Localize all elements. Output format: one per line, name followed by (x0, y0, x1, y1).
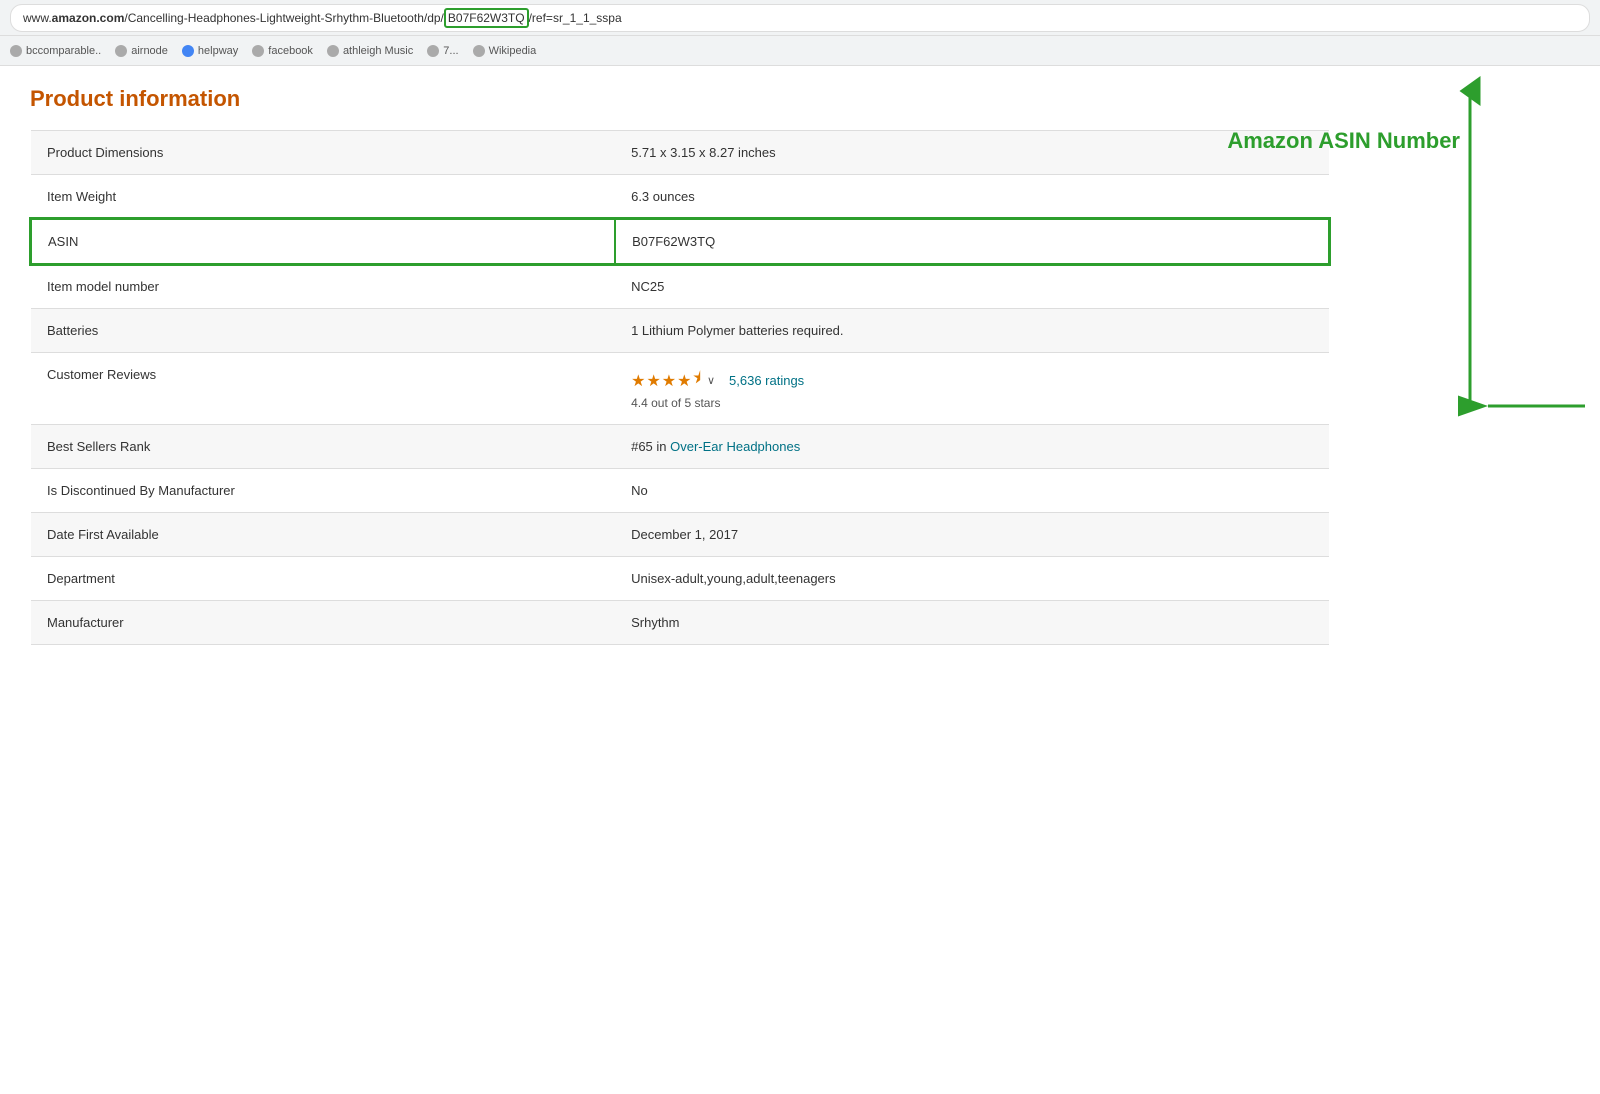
table-row: DepartmentUnisex-adult,young,adult,teena… (31, 557, 1329, 601)
table-cell-value: Srhythm (615, 601, 1329, 645)
bookmark-label-6: 7... (443, 45, 458, 57)
table-row: Item model numberNC25 (31, 264, 1329, 309)
table-row: ASINB07F62W3TQ (31, 219, 1329, 264)
table-cell-value: No (615, 469, 1329, 513)
bsr-category-link[interactable]: Over-Ear Headphones (670, 439, 800, 454)
ratings-count-link[interactable]: 5,636 ratings (729, 373, 804, 388)
table-row: Is Discontinued By ManufacturerNo (31, 469, 1329, 513)
bookmark-4[interactable]: facebook (252, 45, 313, 57)
table-cell-value: #65 in Over-Ear Headphones (615, 425, 1329, 469)
table-cell-label: Date First Available (31, 513, 615, 557)
bookmark-dot-5 (327, 45, 339, 57)
bookmark-1[interactable]: bccomparable.. (10, 45, 101, 57)
table-cell-value: December 1, 2017 (615, 513, 1329, 557)
bookmark-label-5: athleigh Music (343, 45, 413, 57)
url-prefix: www. (23, 11, 52, 25)
bookmark-label-4: facebook (268, 45, 313, 57)
bookmark-7[interactable]: Wikipedia (473, 45, 537, 57)
product-info-table: Product Dimensions5.71 x 3.15 x 8.27 inc… (30, 130, 1330, 645)
table-cell-label: Best Sellers Rank (31, 425, 615, 469)
table-cell-value: Unisex-adult,young,adult,teenagers (615, 557, 1329, 601)
bookmark-label-2: airnode (131, 45, 168, 57)
browser-address-bar[interactable]: www.amazon.com/Cancelling-Headphones-Lig… (0, 0, 1600, 36)
table-cell-label: Customer Reviews (31, 353, 615, 425)
table-cell-label: Item Weight (31, 175, 615, 220)
url-bar[interactable]: www.amazon.com/Cancelling-Headphones-Lig… (10, 4, 1590, 32)
bookmark-label-7: Wikipedia (489, 45, 537, 57)
rating-text: 4.4 out of 5 stars (631, 396, 1313, 410)
table-cell-value: 1 Lithium Polymer batteries required. (615, 309, 1329, 353)
bookmark-6[interactable]: 7... (427, 45, 458, 57)
url-path: /Cancelling-Headphones-Lightweight-Srhyt… (124, 11, 444, 25)
table-cell-label: Item model number (31, 264, 615, 309)
bookmark-label-1: bccomparable.. (26, 45, 101, 57)
main-content: Product information Product Dimensions5.… (0, 66, 1600, 665)
bookmark-dot-2 (115, 45, 127, 57)
table-cell-label: Product Dimensions (31, 131, 615, 175)
bookmark-dot-1 (10, 45, 22, 57)
bookmark-dot-6 (427, 45, 439, 57)
bookmark-label-3: helpway (198, 45, 238, 57)
table-cell-label: Manufacturer (31, 601, 615, 645)
bookmark-dot-7 (473, 45, 485, 57)
url-asin-highlight: B07F62W3TQ (444, 8, 529, 28)
table-cell-label: Department (31, 557, 615, 601)
bookmark-dot-3 (182, 45, 194, 57)
url-domain: amazon.com (52, 11, 125, 25)
table-row: Best Sellers Rank#65 in Over-Ear Headpho… (31, 425, 1329, 469)
table-row: Date First AvailableDecember 1, 2017 (31, 513, 1329, 557)
table-row: Item Weight6.3 ounces (31, 175, 1329, 220)
bsr-rank: #65 in (631, 439, 670, 454)
star-rating: ★★★★⯨ (631, 367, 701, 394)
table-cell-value: B07F62W3TQ (615, 219, 1329, 264)
table-cell-value: ★★★★⯨ ∨5,636 ratings4.4 out of 5 stars (615, 353, 1329, 425)
bookmark-dot-4 (252, 45, 264, 57)
table-cell-label: Batteries (31, 309, 615, 353)
table-row: Product Dimensions5.71 x 3.15 x 8.27 inc… (31, 131, 1329, 175)
product-information-heading: Product information (30, 86, 1570, 112)
bookmark-5[interactable]: athleigh Music (327, 45, 413, 57)
bookmarks-bar: bccomparable.. airnode helpway facebook … (0, 36, 1600, 66)
url-suffix: /ref=sr_1_1_sspa (529, 11, 622, 25)
table-cell-value: 6.3 ounces (615, 175, 1329, 220)
table-cell-value: NC25 (615, 264, 1329, 309)
table-cell-label: ASIN (31, 219, 615, 264)
table-row: Batteries1 Lithium Polymer batteries req… (31, 309, 1329, 353)
table-row: ManufacturerSrhythm (31, 601, 1329, 645)
table-cell-value: 5.71 x 3.15 x 8.27 inches (615, 131, 1329, 175)
table-row: Customer Reviews★★★★⯨ ∨5,636 ratings4.4 … (31, 353, 1329, 425)
bookmark-3[interactable]: helpway (182, 45, 238, 57)
bookmark-2[interactable]: airnode (115, 45, 168, 57)
table-cell-label: Is Discontinued By Manufacturer (31, 469, 615, 513)
